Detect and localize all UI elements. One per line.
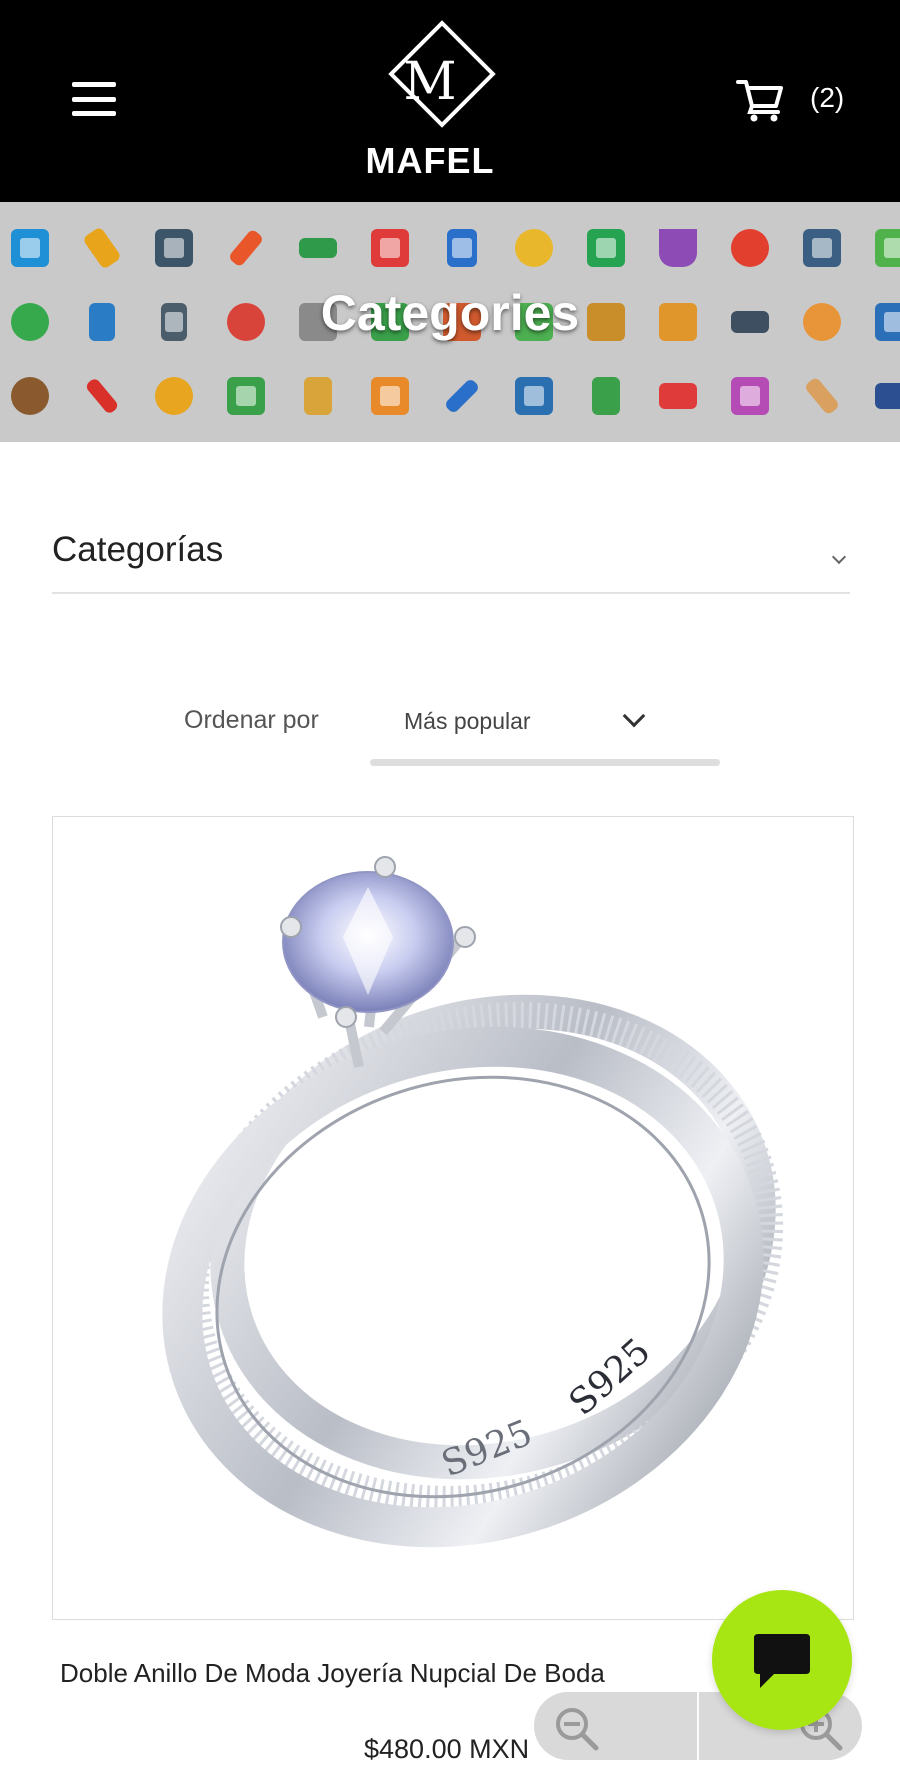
zoom-out-icon[interactable] xyxy=(534,1692,697,1760)
banner-title: Categories xyxy=(320,285,580,341)
sort-select[interactable]: Más popular xyxy=(370,690,720,766)
product-image[interactable]: S925 S925 xyxy=(53,817,853,1619)
category-icon xyxy=(858,368,900,424)
category-icon xyxy=(66,368,138,424)
chevron-down-icon xyxy=(831,549,847,565)
chat-button[interactable] xyxy=(712,1590,852,1730)
top-header: M MAFEL (2) xyxy=(0,0,900,202)
chevron-down-icon xyxy=(622,704,646,728)
product-name[interactable]: Doble Anillo De Moda Joyería Nupcial De … xyxy=(60,1658,760,1689)
chat-bubble-icon xyxy=(754,1634,810,1688)
category-icon xyxy=(0,368,66,424)
category-icon xyxy=(138,220,210,276)
logo-letter: M xyxy=(403,52,457,112)
sort-underline xyxy=(370,759,720,766)
category-icon xyxy=(354,220,426,276)
category-icon xyxy=(66,220,138,276)
category-icon xyxy=(786,368,858,424)
category-icon xyxy=(210,220,282,276)
category-icon xyxy=(498,368,570,424)
store-page: M MAFEL (2) Categories Categorías Ordena… xyxy=(0,0,900,1772)
category-icon xyxy=(138,368,210,424)
product-price: $480.00 MXN xyxy=(364,1734,530,1764)
categories-dropdown[interactable]: Categorías xyxy=(52,524,850,594)
brand-logo[interactable]: M MAFEL xyxy=(360,20,500,182)
category-icon xyxy=(570,220,642,276)
hamburger-menu-icon[interactable] xyxy=(72,82,116,116)
category-icon xyxy=(786,220,858,276)
categories-banner[interactable]: Categories xyxy=(0,202,900,442)
category-icon xyxy=(354,368,426,424)
category-icon xyxy=(642,220,714,276)
category-icon xyxy=(714,220,786,276)
category-icon xyxy=(642,368,714,424)
category-icon xyxy=(210,368,282,424)
sort-label: Ordenar por xyxy=(184,706,319,734)
category-icon xyxy=(714,368,786,424)
category-icon xyxy=(426,220,498,276)
category-icon xyxy=(426,368,498,424)
brand-name: MAFEL xyxy=(365,140,495,181)
category-icon xyxy=(498,220,570,276)
shopping-cart-icon[interactable] xyxy=(736,78,784,122)
banner-icon-row xyxy=(0,368,900,424)
sort-selected-value: Más popular xyxy=(404,708,531,734)
categories-dropdown-label: Categorías xyxy=(52,530,224,569)
product-card[interactable]: S925 S925 xyxy=(52,816,854,1620)
category-icon xyxy=(570,368,642,424)
category-icon xyxy=(0,220,66,276)
category-icon xyxy=(282,220,354,276)
cart-count-badge[interactable]: (2) xyxy=(810,82,844,114)
category-icon xyxy=(858,220,900,276)
category-icon xyxy=(282,368,354,424)
banner-icon-row xyxy=(0,220,900,276)
